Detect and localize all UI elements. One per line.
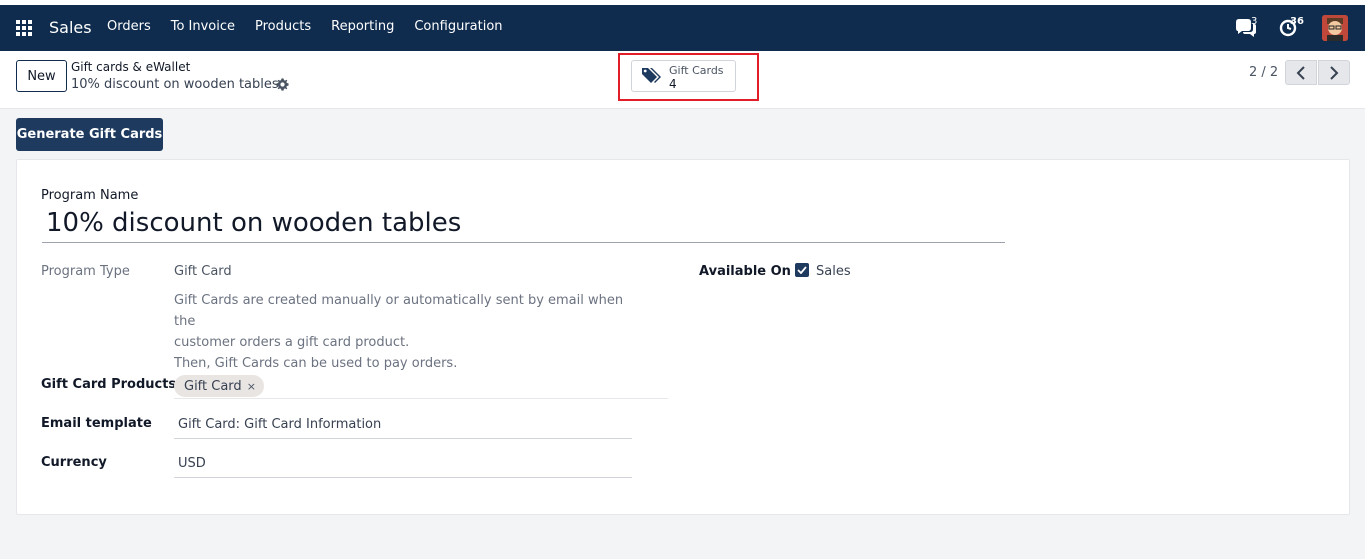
smart-button-label: Gift Cards bbox=[669, 64, 724, 77]
new-button[interactable]: New bbox=[16, 60, 67, 92]
chevron-right-icon bbox=[1330, 65, 1339, 80]
form-sheet: Program Name 10% discount on wooden tabl… bbox=[16, 159, 1350, 515]
nav-item-products[interactable]: Products bbox=[245, 19, 321, 34]
description-line: Gift Cards are created manually or autom… bbox=[174, 293, 624, 329]
program-type-value[interactable]: Gift Card bbox=[174, 264, 232, 279]
breadcrumb-current: 10% discount on wooden tables bbox=[71, 77, 279, 92]
remove-tag-icon[interactable]: × bbox=[247, 380, 256, 393]
program-type-description: Gift Cards are created manually or autom… bbox=[174, 290, 644, 374]
smart-button-value: 4 bbox=[669, 77, 677, 91]
user-avatar[interactable] bbox=[1322, 15, 1348, 41]
pager-value[interactable]: 2 / 2 bbox=[1249, 65, 1278, 80]
nav-item-reporting[interactable]: Reporting bbox=[321, 19, 404, 34]
tags-icon bbox=[642, 68, 661, 83]
app-name[interactable]: Sales bbox=[49, 18, 92, 37]
program-name-label: Program Name bbox=[41, 188, 139, 203]
product-tag: Gift Card × bbox=[174, 375, 264, 397]
gift-card-products-field[interactable]: Gift Card × bbox=[174, 374, 668, 399]
nav-item-configuration[interactable]: Configuration bbox=[404, 19, 512, 34]
description-line: customer orders a gift card product. bbox=[174, 335, 410, 350]
breadcrumb-parent[interactable]: Gift cards & eWallet bbox=[71, 60, 190, 74]
currency-field[interactable]: USD bbox=[174, 453, 632, 478]
pager-previous-button[interactable] bbox=[1285, 60, 1317, 85]
nav-item-orders[interactable]: Orders bbox=[97, 19, 161, 34]
gift-card-products-label: Gift Card Products bbox=[41, 377, 177, 392]
program-name-input[interactable]: 10% discount on wooden tables bbox=[42, 206, 1005, 243]
messages-count-badge: 3 bbox=[1251, 16, 1258, 27]
nav-item-to-invoice[interactable]: To Invoice bbox=[161, 19, 245, 34]
description-line: Then, Gift Cards can be used to pay orde… bbox=[174, 356, 458, 371]
gear-icon[interactable] bbox=[276, 78, 289, 91]
nav-menu: Orders To Invoice Products Reporting Con… bbox=[97, 19, 513, 34]
control-panel: New Gift cards & eWallet 10% discount on… bbox=[0, 51, 1365, 109]
pager-next-button[interactable] bbox=[1318, 60, 1350, 85]
activities-count-badge: 36 bbox=[1290, 16, 1304, 27]
navbar: Sales Orders To Invoice Products Reporti… bbox=[0, 5, 1365, 51]
email-template-label: Email template bbox=[41, 416, 152, 431]
gift-cards-smart-button[interactable]: Gift Cards 4 bbox=[631, 60, 736, 92]
chevron-left-icon bbox=[1296, 65, 1305, 80]
product-tag-label: Gift Card bbox=[184, 378, 242, 394]
sales-checkbox-label[interactable]: Sales bbox=[816, 264, 851, 279]
sales-checkbox[interactable] bbox=[795, 263, 809, 277]
checkmark-icon bbox=[797, 266, 807, 274]
program-type-label: Program Type bbox=[41, 264, 130, 279]
generate-gift-cards-button[interactable]: Generate Gift Cards bbox=[16, 118, 163, 151]
available-on-label: Available On bbox=[699, 264, 791, 279]
email-template-field[interactable]: Gift Card: Gift Card Information bbox=[174, 414, 632, 439]
apps-grid-icon[interactable] bbox=[16, 20, 34, 36]
currency-label: Currency bbox=[41, 455, 107, 470]
